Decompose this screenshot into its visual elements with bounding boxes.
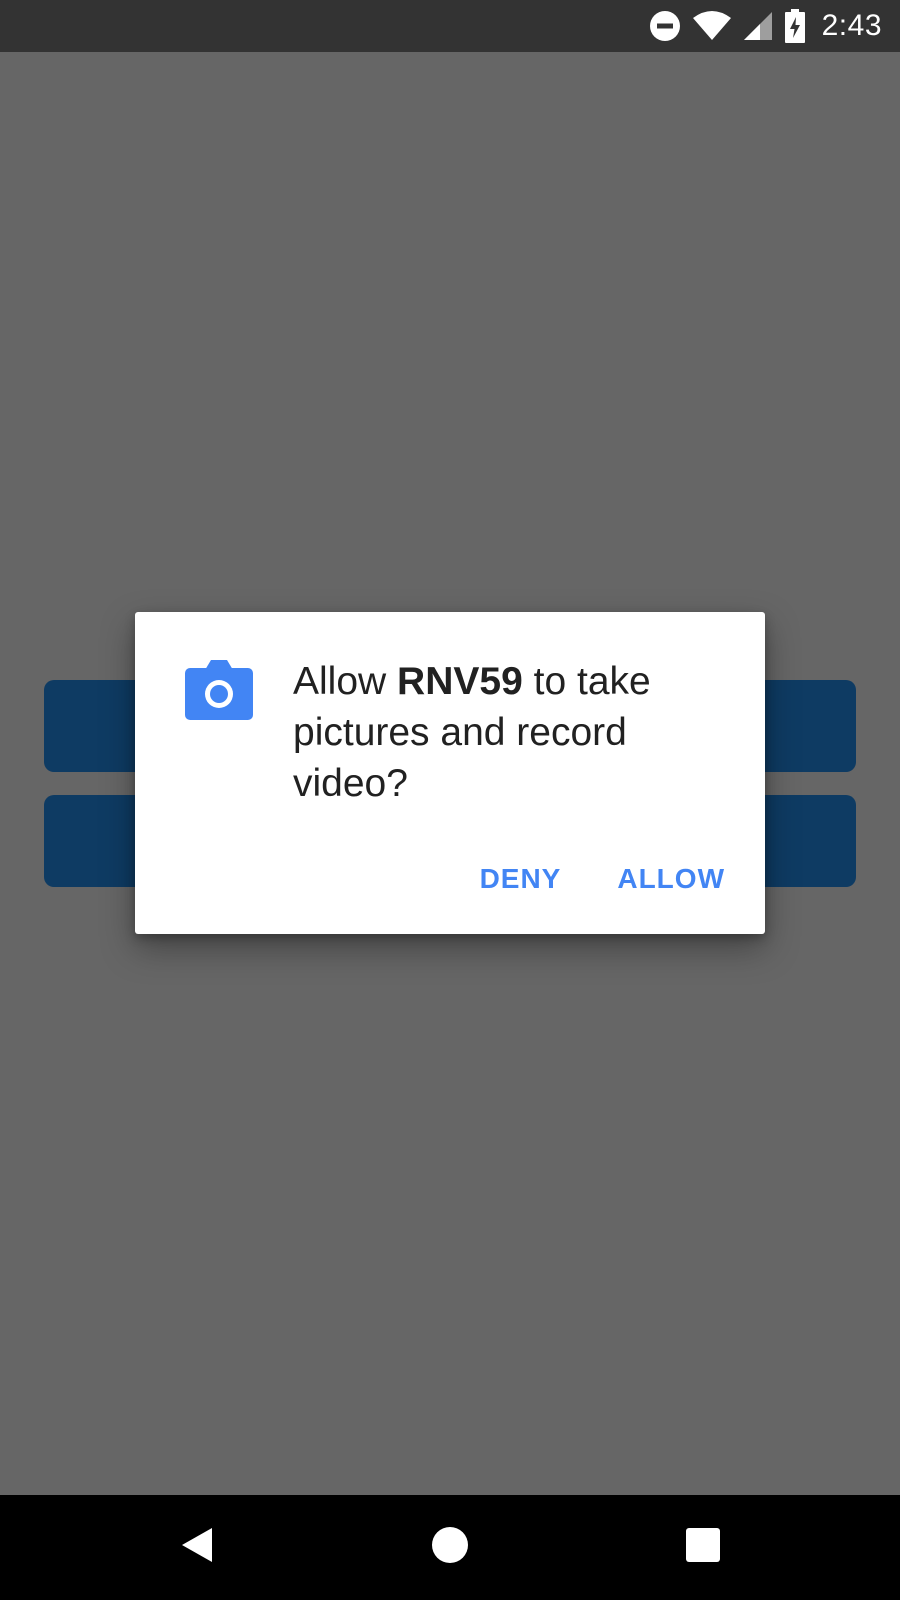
wifi-icon: [692, 10, 732, 42]
do-not-disturb-icon: [648, 9, 682, 43]
back-icon: [180, 1526, 214, 1569]
camera-icon: [185, 658, 253, 720]
status-time: 2:43: [821, 9, 882, 42]
home-icon: [431, 1526, 469, 1569]
app-name: RNV59: [397, 660, 523, 703]
message-prefix: Allow: [293, 660, 398, 703]
permission-dialog: Allow RNV59 to take pictures and record …: [135, 612, 765, 934]
navigation-bar: [0, 1495, 900, 1600]
back-button[interactable]: [137, 1495, 257, 1600]
allow-button[interactable]: ALLOW: [617, 863, 725, 895]
recents-icon: [686, 1528, 720, 1567]
status-icons: 2:43: [648, 0, 882, 52]
deny-button[interactable]: DENY: [480, 863, 562, 895]
permission-message: Allow RNV59 to take pictures and record …: [293, 656, 723, 809]
status-bar: 2:43: [0, 0, 900, 52]
recents-button[interactable]: [643, 1495, 763, 1600]
dialog-actions: DENY ALLOW: [480, 854, 725, 904]
home-button[interactable]: [390, 1495, 510, 1600]
battery-charging-icon: [784, 9, 806, 43]
cell-signal-icon: [742, 10, 774, 42]
